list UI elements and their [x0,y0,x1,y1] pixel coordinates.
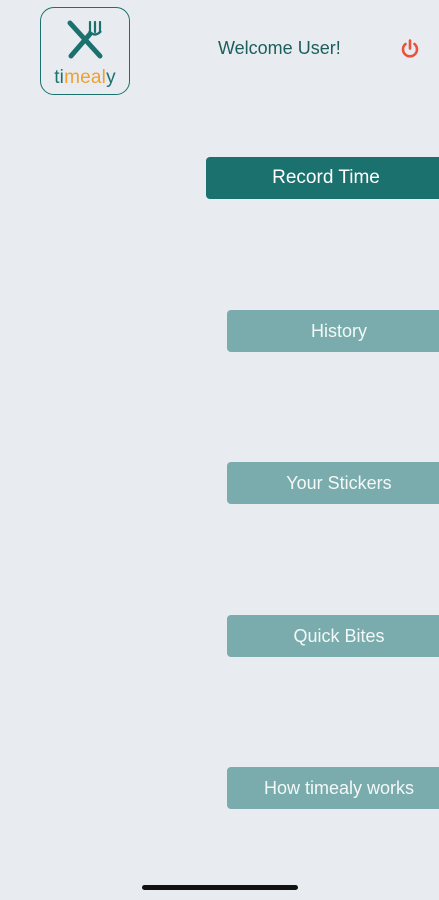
welcome-text: Welcome User! [218,38,341,58]
fork-knife-icon [67,20,103,59]
stickers-button[interactable]: Your Stickers [227,462,439,504]
home-indicator[interactable] [142,885,298,890]
history-button[interactable]: History [227,310,439,352]
stickers-label: Your Stickers [286,472,392,493]
quick-bites-button[interactable]: Quick Bites [227,615,439,657]
app-logo: timealy [40,7,130,95]
logo-wordmark: timealy [41,67,129,89]
record-time-button[interactable]: Record Time [206,157,439,199]
how-it-works-button[interactable]: How timealy works [227,767,439,809]
record-time-label: Record Time [272,167,380,188]
logo-text-part: ti [54,67,65,88]
quick-bites-label: Quick Bites [293,625,385,646]
history-label: History [310,320,367,341]
logo-text-part: y [106,67,116,88]
how-it-works-label: How timealy works [263,777,415,798]
logo-text-part: meal [64,67,107,88]
power-icon[interactable] [399,38,421,60]
